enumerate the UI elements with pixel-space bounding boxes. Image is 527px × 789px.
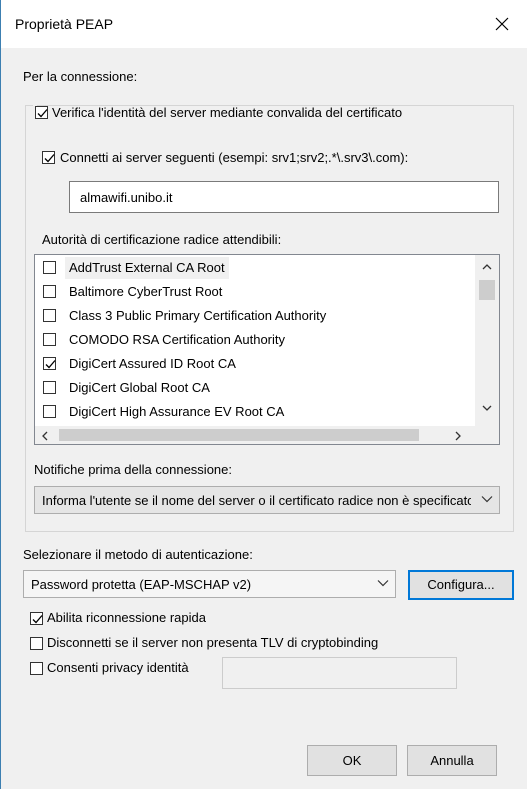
title-bar: Proprietà PEAP [1,0,527,48]
ca-item-checkbox[interactable] [43,357,56,370]
cancel-button[interactable]: Annulla [407,745,497,776]
ca-header: Autorità di certificazione radice attend… [42,232,282,247]
server-names-input[interactable]: almawifi.unibo.it [69,181,499,213]
configure-button[interactable]: Configura... [408,570,514,600]
fast-reconnect-label: Abilita riconnessione rapida [47,610,206,625]
ca-item-checkbox[interactable] [43,381,56,394]
peap-properties-dialog: Proprietà PEAP Per la connessione: Verif… [0,0,527,789]
check-icon [45,360,56,369]
connect-servers-label: Connetti ai server seguenti (esempi: srv… [60,150,409,165]
connection-header: Per la connessione: [23,69,138,84]
configure-button-label: Configura... [427,577,495,592]
ok-button-label: OK [342,753,362,768]
auth-header: Selezionare il metodo di autenticazione: [23,547,253,562]
ca-item-label: COMODO RSA Certification Authority [69,332,286,347]
verify-server-checkbox[interactable] [35,106,48,119]
connect-servers-checkbox[interactable] [42,151,55,164]
scroll-down-icon[interactable] [482,405,492,412]
verify-server-option[interactable]: Verifica l'identità del server mediante … [33,104,402,122]
scroll-up-icon[interactable] [482,263,492,270]
auth-method-select[interactable]: Password protetta (EAP-MSCHAP v2) [23,570,396,598]
close-button[interactable] [485,8,519,40]
check-icon [37,109,48,118]
chevron-down-icon [377,580,389,587]
scroll-corner [475,426,499,444]
ca-item-label: Class 3 Public Primary Certification Aut… [69,308,327,323]
chevron-down-icon [481,496,493,503]
notify-value: Informa l'utente se il nome del server o… [42,493,471,508]
notify-select[interactable]: Informa l'utente se il nome del server o… [34,486,500,514]
scroll-right-icon[interactable] [455,431,462,441]
server-names-value: almawifi.unibo.it [80,190,173,205]
ca-item-checkbox[interactable] [43,285,56,298]
identity-privacy-checkbox[interactable] [30,662,43,675]
vertical-scrollbar[interactable] [475,255,499,427]
disconnect-tlv-label: Disconnetti se il server non presenta TL… [47,635,379,650]
window-title: Proprietà PEAP [15,16,114,32]
identity-privacy-label: Consenti privacy identità [47,660,189,675]
ca-item-label: DigiCert High Assurance EV Root CA [69,404,285,419]
ok-button[interactable]: OK [307,745,397,776]
ca-item-checkbox[interactable] [43,309,56,322]
notify-header: Notifiche prima della connessione: [34,462,232,477]
horizontal-scrollbar[interactable] [35,426,475,444]
ca-item-checkbox[interactable] [43,333,56,346]
check-icon [44,154,55,163]
ca-item-label: DigiCert Global Root CA [69,380,210,395]
ca-item-label: AddTrust External CA Root [65,257,229,279]
scroll-left-icon[interactable] [41,431,48,441]
cancel-button-label: Annulla [430,753,474,768]
disconnect-tlv-checkbox[interactable] [30,637,43,650]
ca-item-label: DigiCert Assured ID Root CA [69,356,236,371]
verify-server-label: Verifica l'identità del server mediante … [52,105,403,120]
ca-item-checkbox[interactable] [43,405,56,418]
ca-item-checkbox[interactable] [43,261,56,274]
auth-method-value: Password protetta (EAP-MSCHAP v2) [31,577,252,592]
check-icon [32,615,43,624]
ca-item-label: Baltimore CyberTrust Root [69,284,223,299]
ca-listbox[interactable]: AddTrust External CA Root Baltimore Cyber… [34,254,500,445]
scroll-thumb[interactable] [479,280,495,300]
window-border [0,0,1,789]
fast-reconnect-checkbox[interactable] [30,612,43,625]
identity-privacy-input[interactable] [222,657,457,689]
close-icon [495,17,509,31]
hscroll-thumb[interactable] [59,429,419,441]
